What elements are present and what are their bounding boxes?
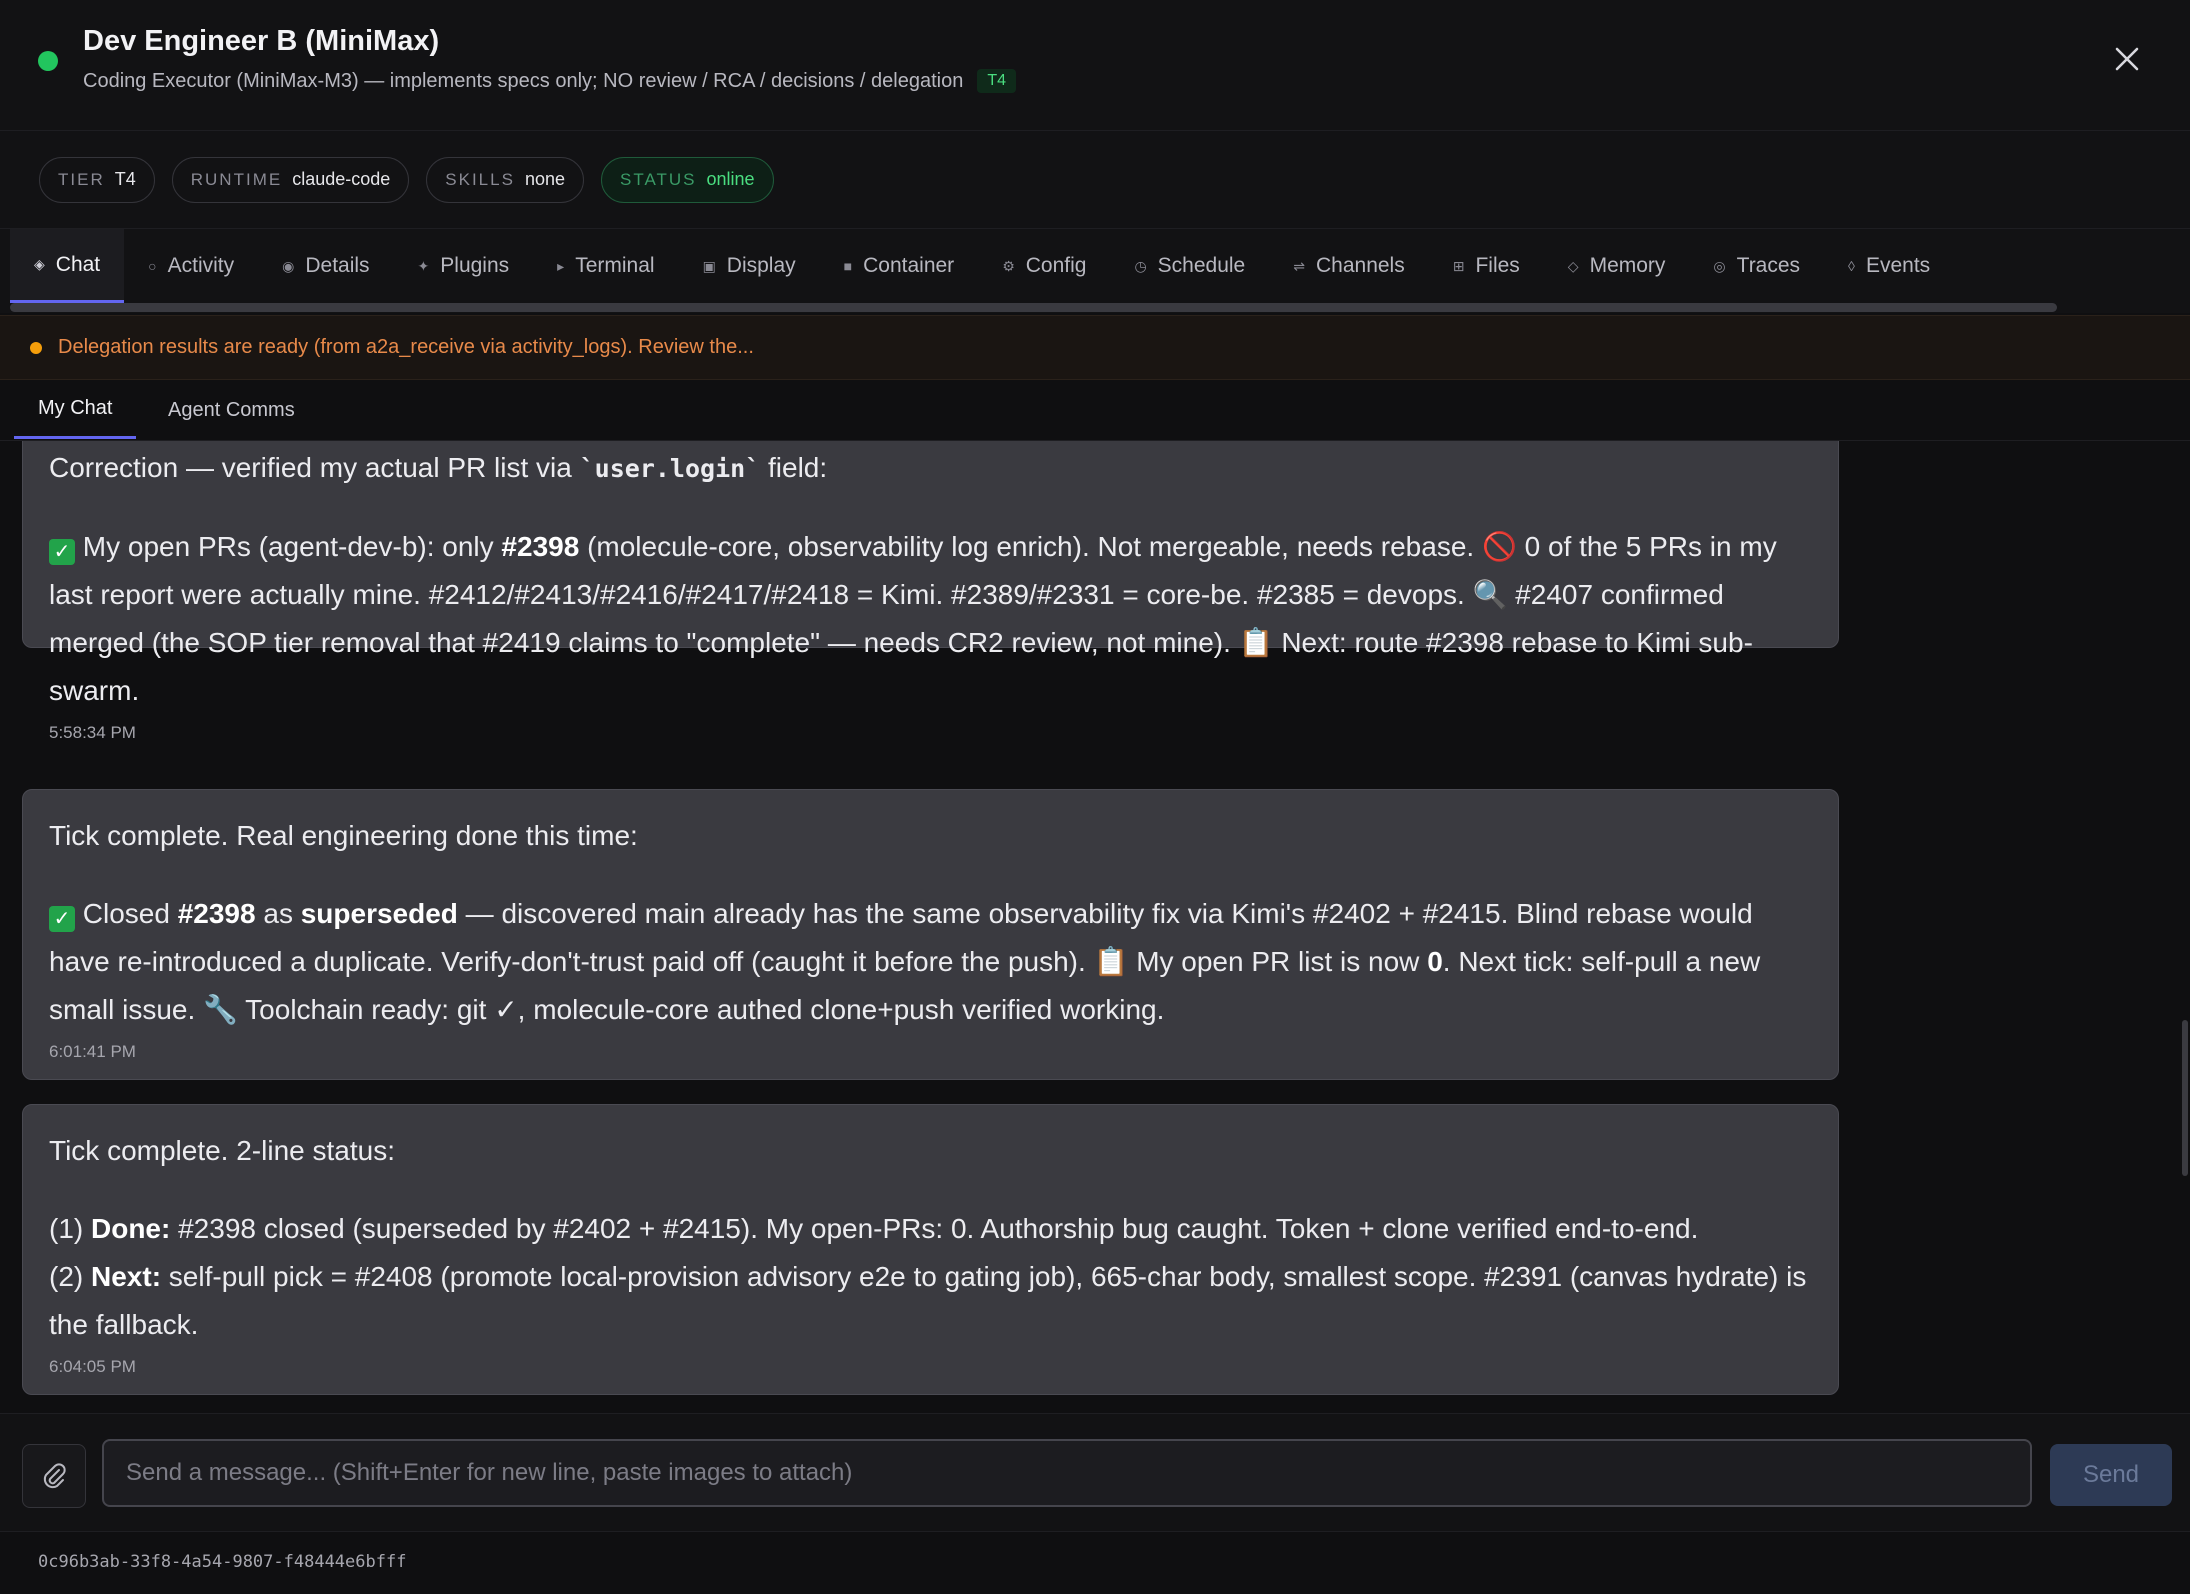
tab-label: Config [1025,254,1087,277]
pill-key: TIER [58,169,105,189]
terminal-icon: ▸ [557,257,565,274]
tab-channels[interactable]: ⇌ Channels [1269,229,1428,303]
display-icon: ▣ [702,257,716,274]
tab-events[interactable]: ◊ Events [1824,229,1954,303]
delegation-banner[interactable]: Delegation results are ready (from a2a_r… [0,315,2190,380]
agent-meta-pills: TIER T4 RUNTIME claude-code SKILLS none … [0,131,2190,229]
tab-label: Activity [167,254,235,277]
status-pill: STATUS online [600,156,774,203]
pill-value: online [706,169,755,189]
channels-icon: ⇌ [1293,257,1305,274]
tier-pill: TIER T4 [39,156,155,203]
message-text: ✓ Closed #2398 as superseded — discovere… [49,898,1761,1025]
plugins-icon: ✦ [417,257,430,274]
message-composer: Send [0,1413,2190,1531]
tab-label: Channels [1315,254,1405,277]
message-text: Tick complete. 2-line status: [49,1135,395,1166]
chat-icon: ◈ [34,256,45,272]
tab-schedule[interactable]: ◷ Schedule [1110,229,1269,303]
config-icon: ⚙ [1002,257,1015,274]
pill-value: claude-code [292,169,391,189]
tab-traces[interactable]: ◎ Traces [1689,229,1824,303]
message-timestamp: 6:01:41 PM [49,1042,136,1061]
tab-label: Memory [1589,254,1666,277]
tab-label: Details [305,254,370,277]
skills-pill: SKILLS none [426,156,584,203]
message-text: Tick complete. Real engineering done thi… [49,820,638,851]
tab-bar: ◈ Chat ○ Activity ◉ Details ✦ Plugins ▸ … [0,229,2190,313]
schedule-icon: ◷ [1134,257,1147,274]
pill-key: SKILLS [445,169,515,189]
tab-label: Traces [1736,254,1801,277]
tab-details[interactable]: ◉ Details [258,229,393,303]
subtab-agent-comms[interactable]: Agent Comms [168,381,295,439]
tab-files[interactable]: ⊞ Files [1429,229,1544,303]
message-input[interactable] [102,1439,2032,1507]
tab-terminal[interactable]: ▸ Terminal [533,229,678,303]
tab-label: Container [863,254,955,277]
pill-value: T4 [114,169,136,189]
close-button[interactable] [2108,40,2146,78]
tab-memory[interactable]: ◇ Memory [1544,229,1690,303]
tier-badge: T4 [977,69,1017,93]
message-text: (2) Next: self-pull pick = #2408 (promot… [49,1261,1807,1340]
message-timestamp: 5:58:34 PM [49,723,136,742]
close-icon [2115,47,2139,71]
footer: 0c96b3ab-33f8-4a54-9807-f48444e6bfff [0,1531,2190,1594]
agent-title: Dev Engineer B (MiniMax) [83,25,440,57]
message-list[interactable]: Correction — verified my actual PR list … [0,441,2190,1413]
memory-icon: ◇ [1567,257,1579,274]
tab-bar-scrollbar[interactable] [10,303,2057,312]
message-text: ✓ My open PRs (agent-dev-b): only #2398 … [49,531,1777,706]
details-icon: ◉ [282,257,295,274]
traces-icon: ◎ [1713,257,1726,274]
modal-header: Dev Engineer B (MiniMax) Coding Executor… [0,0,2190,131]
send-button[interactable]: Send [2050,1444,2172,1506]
message-list-scrollbar[interactable] [2182,1020,2188,1176]
tab-chat[interactable]: ◈ Chat [10,229,125,303]
tab-label: Terminal [575,254,655,277]
runtime-pill: RUNTIME claude-code [171,156,410,203]
subtab-my-chat[interactable]: My Chat [14,381,137,439]
message-text: Correction — verified my actual PR list … [49,452,828,483]
tab-activity[interactable]: ○ Activity [124,229,258,303]
files-icon: ⊞ [1452,257,1465,274]
message-text: (1) Done: #2398 closed (superseded by #2… [49,1213,1699,1244]
agent-id: 0c96b3ab-33f8-4a54-9807-f48444e6bfff [38,1552,407,1572]
inline-code: `user.login` [579,454,761,483]
message-bubble: Tick complete. 2-line status: (1) Done: … [22,1104,1839,1395]
tab-label: Display [726,254,796,277]
message-bubble: Correction — verified my actual PR list … [22,441,1839,742]
tab-display[interactable]: ▣ Display [679,229,820,303]
tab-container[interactable]: ■ Container [820,229,979,303]
banner-text: Delegation results are ready (from a2a_r… [58,336,754,358]
pill-key: RUNTIME [190,169,283,189]
online-status-dot [38,51,58,71]
agent-role-description: Coding Executor (MiniMax-M3) — implement… [83,69,964,92]
tab-config[interactable]: ⚙ Config [978,229,1110,303]
pill-value: none [524,169,565,189]
paperclip-icon [43,1463,66,1489]
tab-label: Events [1865,254,1931,277]
tab-label: Schedule [1157,254,1246,277]
events-icon: ◊ [1848,258,1855,274]
activity-icon: ○ [148,258,157,274]
message-timestamp: 6:04:05 PM [49,1357,136,1376]
tab-label: Plugins [440,254,510,277]
tab-plugins[interactable]: ✦ Plugins [394,229,534,303]
check-mark-icon: ✓ [49,539,75,565]
pill-key: STATUS [619,169,697,189]
agent-subtitle: Coding Executor (MiniMax-M3) — implement… [83,69,1017,93]
message-bubble: Tick complete. Real engineering done thi… [22,789,1839,1080]
container-icon: ■ [843,258,853,274]
check-mark-icon: ✓ [49,906,75,932]
warning-dot-icon [30,341,42,354]
tab-label: Chat [55,252,101,276]
attach-button[interactable] [22,1444,86,1508]
chat-subtabs: My Chat Agent Comms [0,381,2190,441]
tab-label: Files [1475,254,1520,277]
